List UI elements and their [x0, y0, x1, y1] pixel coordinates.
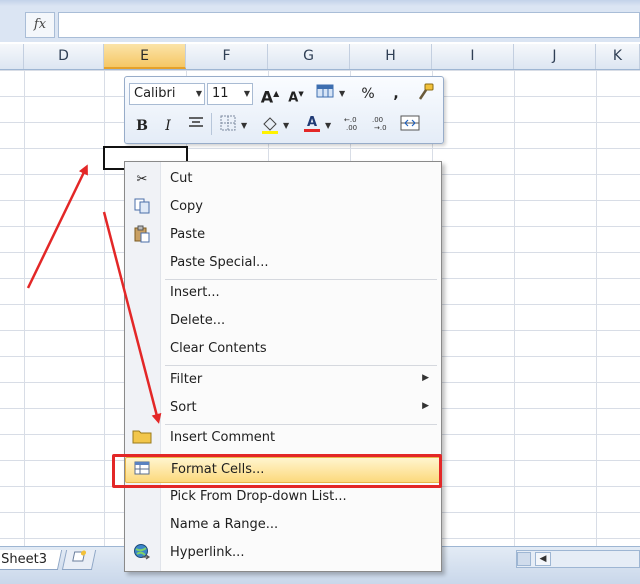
borders-icon[interactable]: [217, 115, 239, 137]
menu-item-label: Pick From Drop-down List...: [170, 489, 347, 504]
menu-item-paste[interactable]: Paste: [125, 223, 441, 249]
paste-icon: [131, 225, 153, 247]
percent-style-button[interactable]: %: [357, 83, 379, 105]
grid-line: [24, 70, 25, 546]
submenu-arrow-icon: ▶: [422, 401, 429, 411]
insert-sheet-button[interactable]: [61, 550, 97, 570]
font-size-value: 11: [212, 86, 229, 101]
chevron-down-icon[interactable]: ▼: [241, 115, 247, 137]
shrink-font-icon[interactable]: A▼: [285, 83, 307, 105]
menu-item-sort[interactable]: Sort ▶: [125, 396, 441, 422]
decrease-decimal-icon[interactable]: ←.0.00: [343, 115, 365, 137]
menu-item-label: Paste Special...: [170, 255, 269, 270]
hyperlink-icon: [131, 543, 153, 565]
menu-item-delete[interactable]: Delete...: [125, 309, 441, 335]
menu-item-label: Cut: [170, 171, 193, 186]
chevron-down-icon: ▼: [195, 89, 202, 98]
menu-separator: [165, 424, 437, 425]
menu-item-filter[interactable]: Filter ▶: [125, 368, 441, 394]
merge-center-icon[interactable]: [399, 115, 421, 137]
formula-bar: fx: [0, 0, 640, 42]
menu-separator: [165, 365, 437, 366]
horizontal-scrollbar[interactable]: ◀: [516, 550, 640, 568]
format-painter-icon[interactable]: [415, 83, 437, 105]
menu-item-insert[interactable]: Insert...: [125, 281, 441, 307]
menu-item-hyperlink[interactable]: Hyperlink...: [125, 541, 441, 567]
menu-item-label: Insert...: [170, 285, 220, 300]
highlight-frame: [112, 454, 442, 488]
comment-icon: [131, 428, 153, 450]
svg-text:→.0: →.0: [374, 124, 387, 131]
toolbar-separator: [211, 113, 212, 135]
format-as-table-icon[interactable]: [315, 83, 337, 105]
column-header-i[interactable]: I: [432, 44, 514, 69]
menu-item-label: Delete...: [170, 313, 226, 328]
menu-item-name-range[interactable]: Name a Range...: [125, 513, 441, 539]
column-header-g[interactable]: G: [268, 44, 350, 69]
svg-text:.00: .00: [346, 124, 357, 131]
comma-style-button[interactable]: ,: [385, 83, 407, 105]
scroll-left-button[interactable]: ◀: [535, 552, 551, 566]
menu-item-label: Hyperlink...: [170, 545, 245, 560]
sheet-tab-label: Sheet3: [1, 552, 47, 567]
chevron-down-icon: ▼: [243, 89, 250, 98]
menu-item-clear-contents[interactable]: Clear Contents: [125, 337, 441, 363]
grow-font-icon[interactable]: A▲: [259, 83, 281, 106]
ribbon-edge: [0, 0, 640, 6]
menu-item-copy[interactable]: Copy: [125, 195, 441, 221]
font-size-dropdown[interactable]: 11 ▼: [207, 83, 253, 105]
formula-input[interactable]: [58, 12, 640, 38]
svg-text:.00: .00: [372, 116, 383, 124]
mini-toolbar: Calibri ▼ 11 ▼ A▲ A▼ ▼ % , B I ▼ ▼ A ▼ ←…: [124, 76, 444, 144]
chevron-down-icon[interactable]: ▼: [283, 115, 289, 137]
increase-decimal-icon[interactable]: .00 →.0: [371, 115, 393, 137]
scissors-icon: ✂: [136, 172, 148, 187]
context-menu: ✂ Cut Copy Paste Paste Special... Insert…: [124, 161, 442, 572]
font-name-value: Calibri: [134, 86, 176, 101]
menu-item-label: Paste: [170, 227, 206, 242]
scroll-thumb[interactable]: [517, 552, 531, 566]
submenu-arrow-icon: ▶: [422, 373, 429, 383]
svg-text:A: A: [307, 115, 317, 130]
menu-item-label: Clear Contents: [170, 341, 267, 356]
chevron-down-icon[interactable]: ▼: [339, 83, 345, 105]
grid-line: [596, 70, 597, 546]
insert-function-button[interactable]: fx: [25, 12, 55, 38]
column-header-d[interactable]: D: [24, 44, 104, 69]
copy-icon: [131, 197, 153, 219]
italic-button[interactable]: I: [157, 115, 179, 137]
menu-item-cut[interactable]: ✂ Cut: [125, 167, 441, 193]
select-all-corner[interactable]: [0, 44, 24, 69]
column-headers: D E F G H I J K: [0, 44, 640, 70]
menu-item-label: Copy: [170, 199, 203, 214]
column-header-f[interactable]: F: [186, 44, 268, 69]
column-header-j[interactable]: J: [514, 44, 596, 69]
bold-button[interactable]: B: [131, 115, 153, 137]
grid-line: [514, 70, 515, 546]
font-color-icon[interactable]: A: [301, 113, 323, 135]
svg-text:←.0: ←.0: [344, 116, 357, 124]
menu-item-label: Sort: [170, 400, 197, 415]
menu-item-label: Name a Range...: [170, 517, 279, 532]
column-header-k[interactable]: K: [596, 44, 640, 69]
menu-item-paste-special[interactable]: Paste Special...: [125, 251, 441, 277]
chevron-down-icon[interactable]: ▼: [325, 115, 331, 137]
grid-line: [104, 70, 105, 546]
menu-separator: [165, 279, 437, 280]
menu-item-insert-comment[interactable]: Insert Comment: [125, 426, 441, 452]
menu-item-label: Filter: [170, 372, 203, 387]
menu-item-pick-from-list[interactable]: Pick From Drop-down List...: [125, 485, 441, 511]
column-header-h[interactable]: H: [350, 44, 432, 69]
fill-color-icon[interactable]: [259, 115, 281, 137]
font-name-dropdown[interactable]: Calibri ▼: [129, 83, 205, 105]
new-sheet-icon: [72, 550, 87, 562]
column-header-e[interactable]: E: [104, 44, 186, 69]
align-center-icon[interactable]: [185, 115, 207, 137]
sheet-tab-sheet3[interactable]: Sheet3: [0, 550, 63, 570]
menu-item-label: Insert Comment: [170, 430, 276, 445]
